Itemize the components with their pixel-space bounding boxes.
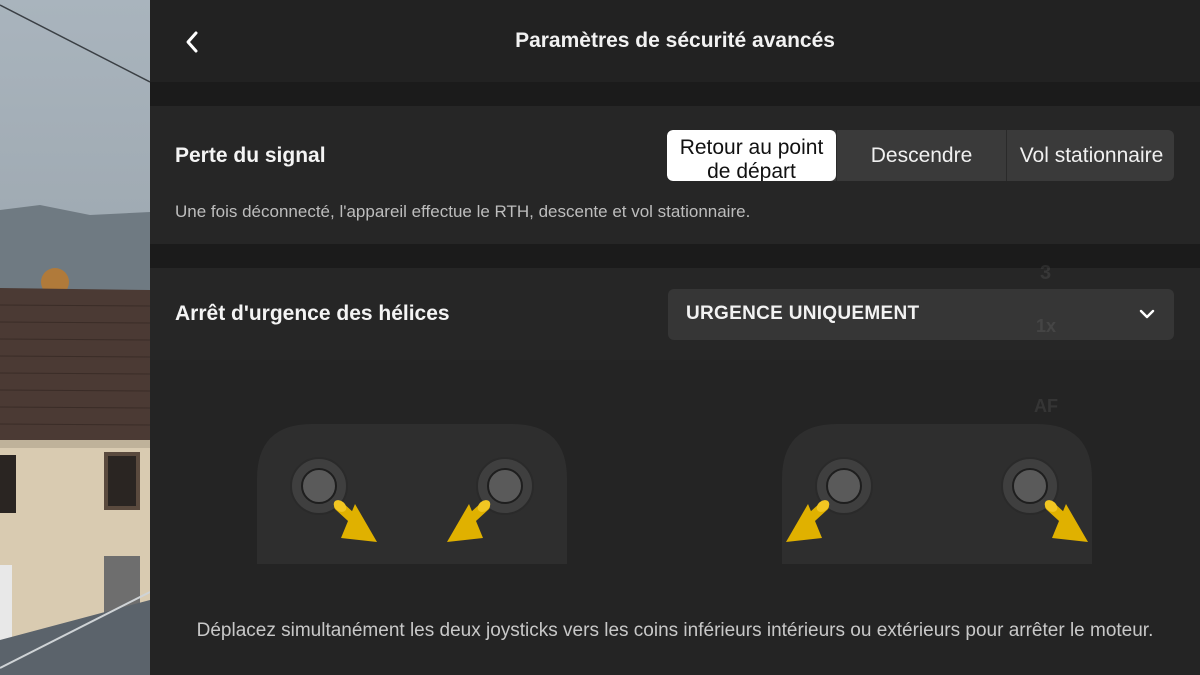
- signal-loss-description: Une fois déconnecté, l'appareil effectue…: [175, 202, 751, 221]
- propeller-stop-label: Arrêt d'urgence des hélices: [175, 302, 450, 325]
- advanced-safety-panel: Paramètres de sécurité avancés Perte du …: [150, 0, 1200, 675]
- joystick-hint-text: Déplacez simultanément les deux joystick…: [196, 620, 1154, 641]
- joystick-illustration: Déplacez simultanément les deux joystick…: [150, 360, 1200, 675]
- remote-outer-corners-icon: [782, 424, 1092, 564]
- propeller-stop-dropdown[interactable]: URGENCE UNIQUEMENT: [668, 289, 1174, 340]
- header-bar: Paramètres de sécurité avancés: [150, 0, 1200, 82]
- signal-loss-section: Perte du signal Retour au point de dépar…: [150, 106, 1200, 244]
- signal-loss-label: Perte du signal: [175, 144, 326, 167]
- back-button[interactable]: [172, 22, 212, 62]
- page-title: Paramètres de sécurité avancés: [515, 29, 835, 52]
- section-divider: [150, 244, 1200, 268]
- section-divider: [150, 82, 1200, 106]
- chevron-down-icon: [1139, 309, 1155, 319]
- remote-inner-corners-icon: [257, 424, 567, 564]
- chevron-left-icon: [186, 31, 198, 53]
- segment-return-home[interactable]: Retour au point de départ: [667, 130, 836, 181]
- segment-descend[interactable]: Descendre: [836, 130, 1006, 181]
- segment-hover[interactable]: Vol stationnaire: [1006, 130, 1174, 181]
- propeller-stop-section: Arrêt d'urgence des hélices URGENCE UNIQ…: [150, 268, 1200, 360]
- signal-loss-segmented-control: Retour au point de départ Descendre Vol …: [667, 130, 1174, 181]
- propeller-stop-value: URGENCE UNIQUEMENT: [686, 303, 920, 324]
- camera-background: [0, 0, 150, 675]
